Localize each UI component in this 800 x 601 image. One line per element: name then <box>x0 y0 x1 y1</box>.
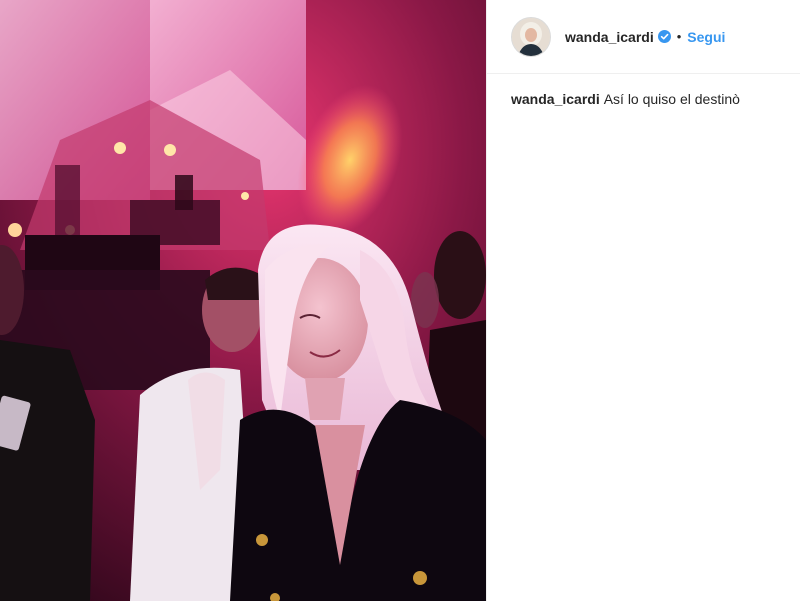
header-username[interactable]: wanda_icardi <box>565 29 654 45</box>
caption-username[interactable]: wanda_icardi <box>511 91 600 107</box>
post-details-panel: wanda_icardi • Segui wanda_icardi Así lo … <box>486 0 800 601</box>
avatar[interactable] <box>511 16 551 57</box>
separator-dot: • <box>676 29 682 44</box>
caption-text: Así lo quiso el destinò <box>603 91 740 107</box>
post-photo[interactable] <box>0 0 486 601</box>
verified-badge-icon <box>657 30 671 43</box>
follow-button[interactable]: Segui <box>687 29 725 45</box>
profile-picture-icon <box>512 17 550 56</box>
concert-photo-image <box>0 0 486 601</box>
post-header: wanda_icardi • Segui <box>487 0 800 74</box>
post-caption: wanda_icardi Así lo quiso el destinò <box>487 74 800 108</box>
instagram-post: wanda_icardi • Segui wanda_icardi Así lo … <box>0 0 800 601</box>
